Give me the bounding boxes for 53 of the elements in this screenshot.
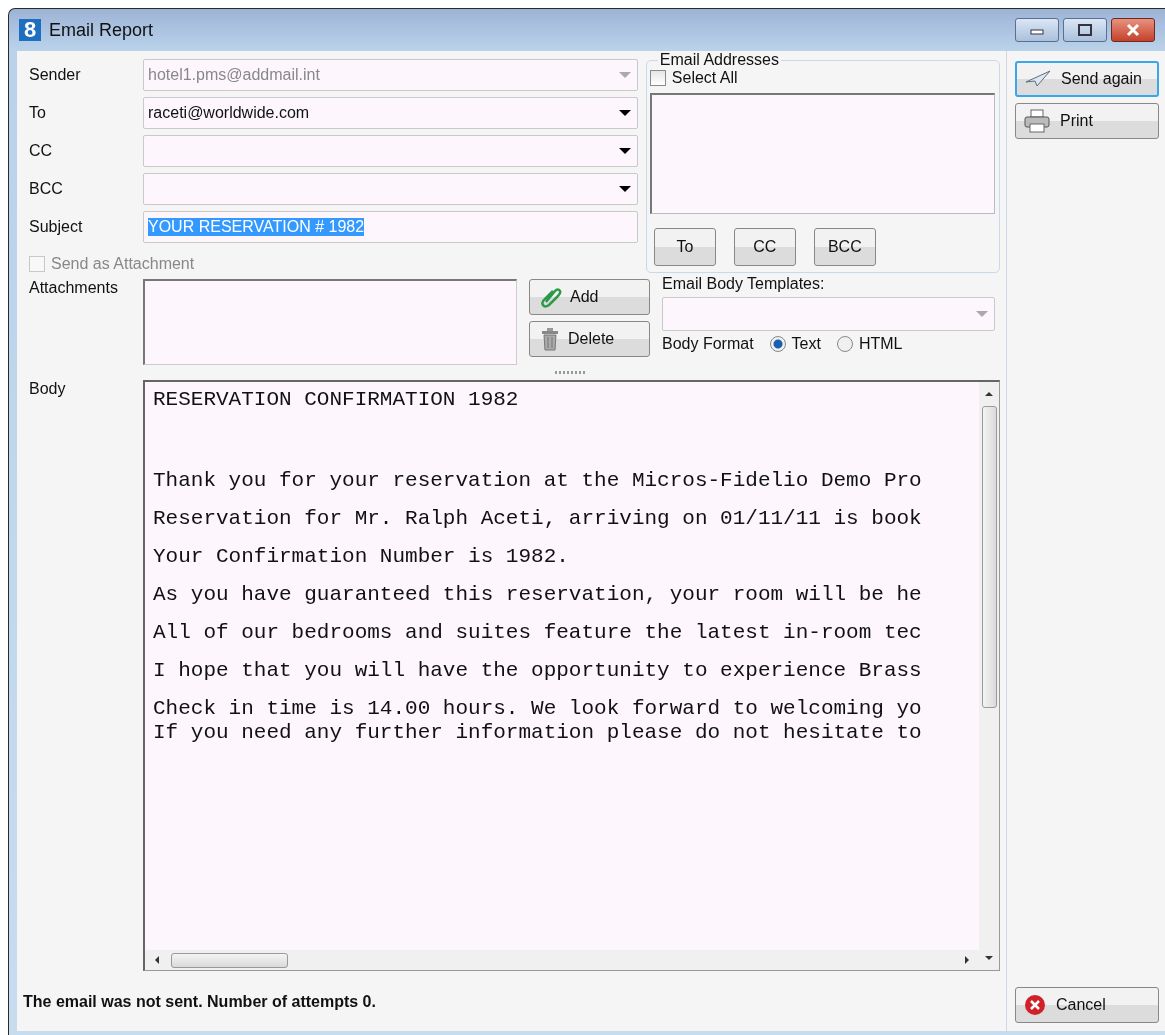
address-list[interactable]: [649, 93, 995, 214]
field-label: Sender: [29, 66, 82, 84]
body-text-line: Check in time is 14.00 hours. We look forward to welcoming yo: [153, 697, 923, 721]
templates-label: Email Body Templates:: [662, 275, 826, 293]
paperclip-icon: [540, 286, 562, 308]
action-button[interactable]: Send again: [1015, 61, 1159, 97]
radio-button[interactable]: [769, 336, 786, 352]
trash-can-icon: [540, 327, 560, 351]
body-text-line: Reservation for Mr. Ralph Aceti, arriving on 01/11/11 is book: [153, 507, 923, 531]
close-button[interactable]: [1111, 18, 1155, 42]
maximize-button[interactable]: [1063, 18, 1107, 42]
field-label: To: [29, 104, 47, 122]
group-title: Email Addresses: [658, 51, 780, 69]
cancel-button[interactable]: Cancel: [1015, 987, 1159, 1023]
body-text-line: If you need any further information please do not hesitate to: [153, 721, 923, 745]
minimize-button[interactable]: [1015, 18, 1059, 42]
body-text-line: Your Confirmation Number is 1982.: [153, 545, 570, 569]
field-label: BCC: [29, 180, 64, 198]
checkbox-label: Send as Attachment: [51, 255, 195, 273]
attachments-list[interactable]: [143, 279, 517, 365]
field-label: Body: [29, 380, 67, 399]
printer-icon: [1024, 109, 1050, 133]
field-label: Subject: [29, 218, 84, 236]
field-label: Attachments: [29, 279, 119, 297]
recipient-button[interactable]: BCC: [813, 228, 876, 266]
status-message: The email was not sent. Number of attempts 0.: [23, 993, 377, 1011]
recipient-button[interactable]: To: [653, 228, 716, 266]
body-format-label: Body Format: [662, 335, 754, 353]
action-button[interactable]: Print: [1015, 103, 1159, 139]
checkbox[interactable]: [649, 70, 666, 86]
maximize-icon: [1077, 23, 1093, 37]
app-logo-icon: 8: [19, 19, 41, 41]
vertical-scrollbar[interactable]: [979, 382, 999, 970]
horizontal-scrollbar[interactable]: [145, 950, 979, 970]
paper-plane-icon: [1025, 70, 1051, 88]
body-text-line: I hope that you will have the opportunity to experience Brass: [153, 659, 923, 683]
body-text-line: RESERVATION CONFIRMATION 1982: [153, 388, 520, 412]
radio-label: HTML: [858, 335, 903, 353]
attachment-button[interactable]: Delete: [529, 321, 650, 357]
recipient-button[interactable]: CC: [733, 228, 796, 266]
combo-box[interactable]: raceti@worldwide.com: [143, 97, 638, 129]
error-icon: [1024, 994, 1046, 1016]
splitter-grip[interactable]: [554, 371, 585, 374]
close-icon: [1125, 23, 1141, 37]
body-text-line: Thank you for your reservation at the Micros-Fidelio Demo Pro: [153, 469, 923, 493]
attachment-button[interactable]: Add: [529, 279, 650, 315]
body-text-line: As you have guaranteed this reservation, your room will be he: [153, 583, 923, 607]
field-label: CC: [29, 142, 54, 160]
radio-button[interactable]: [836, 336, 853, 352]
body-text-line: All of our bedrooms and suites feature the latest in-room tec: [153, 621, 923, 645]
checkbox-label: Select All: [671, 69, 738, 87]
window-title: Email Report: [49, 19, 154, 41]
radio-label: Text: [791, 335, 821, 353]
